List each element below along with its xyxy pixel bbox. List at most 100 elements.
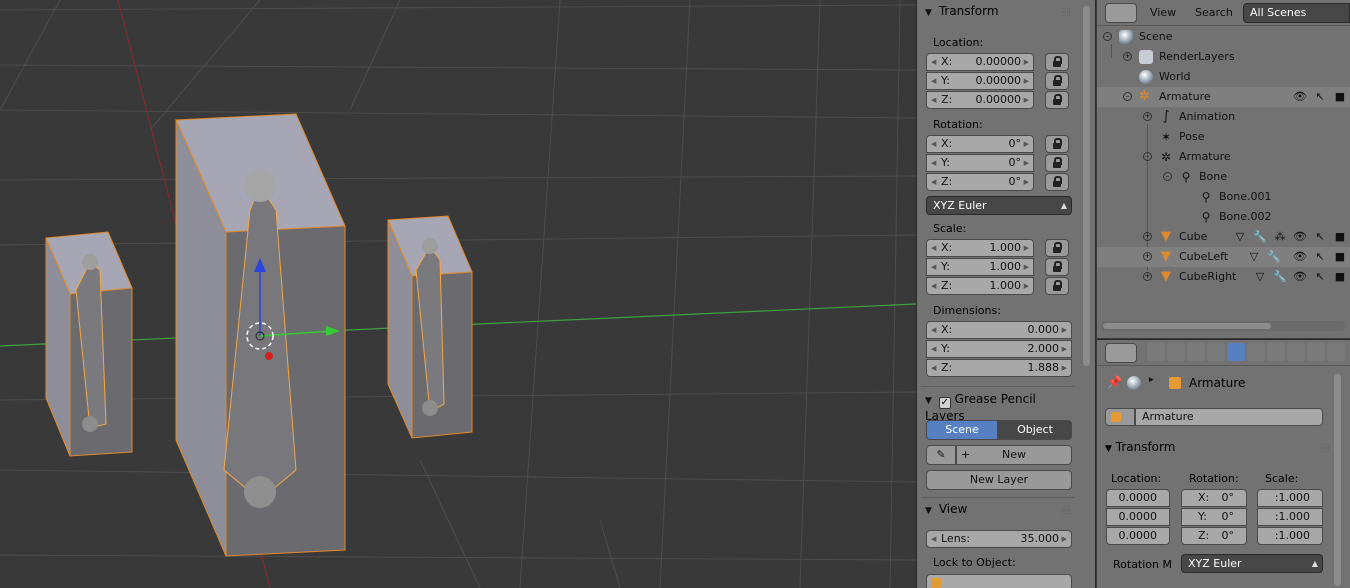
grease-pencil-panel-header[interactable]: ▼ ✓ Grease Pencil Layers	[925, 392, 1073, 423]
outliner-row-world[interactable]: World	[1097, 67, 1350, 87]
lock-rotation-x-icon[interactable]	[1045, 135, 1069, 153]
modifier-wrench-icon[interactable]: 🔧	[1253, 230, 1267, 244]
modifier-wrench-icon[interactable]: 🔧	[1267, 250, 1281, 264]
modifiers-tab-icon[interactable]	[1267, 343, 1285, 361]
lock-scale-z-icon[interactable]	[1045, 277, 1069, 295]
rotation-mode-dropdown[interactable]: XYZ Euler ▲	[926, 196, 1072, 215]
properties-scrollbar[interactable]	[1334, 374, 1341, 586]
grease-scene-button[interactable]: Scene	[926, 420, 998, 440]
select-cursor-icon[interactable]: ↖	[1313, 90, 1327, 104]
location-z-field[interactable]: ◀ Z: 0.00000 ▶	[926, 91, 1034, 109]
drag-handle-icon[interactable]: ::::::::	[1062, 505, 1071, 516]
scene-tab-icon[interactable]	[1187, 343, 1205, 361]
props-scale-x[interactable]: :1.000	[1257, 489, 1323, 507]
rotation-y-field[interactable]: ◀ Y: 0° ▶	[926, 154, 1034, 172]
outliner-row-bone-001[interactable]: ⚲ Bone.001	[1097, 187, 1350, 207]
outliner-row-cuberight[interactable]: + ▼ CubeRight ▽ 🔧 👁 ↖ ■	[1097, 267, 1350, 287]
view-panel-header[interactable]: ▼ View ::::::::	[925, 502, 1073, 522]
grease-new-button[interactable]: + New	[956, 445, 1072, 465]
vertex-group-icon[interactable]: ⁂	[1273, 230, 1287, 244]
props-location-x[interactable]: 0.0000	[1106, 489, 1170, 507]
cube-center[interactable]	[175, 113, 346, 557]
outliner-view-menu[interactable]: View	[1150, 3, 1176, 23]
lock-scale-x-icon[interactable]	[1045, 239, 1069, 257]
3d-viewport[interactable]	[0, 0, 916, 588]
outliner-row-scene[interactable]: – Scene	[1097, 27, 1350, 47]
drag-handle-icon[interactable]: ::::::::	[1320, 443, 1329, 454]
rotation-x-field[interactable]: ◀ X: 0° ▶	[926, 135, 1034, 153]
props-transform-header[interactable]: ▼ Transform	[1105, 440, 1175, 454]
collapse-toggle-icon[interactable]: –	[1103, 32, 1112, 41]
grease-object-button[interactable]: Object	[998, 420, 1072, 440]
dimensions-y-field[interactable]: ◀ Y: 2.000 ▶	[926, 340, 1072, 358]
outliner-row-bone-002[interactable]: ⚲ Bone.002	[1097, 207, 1350, 227]
outliner-row-animation[interactable]: + ∫ Animation	[1097, 107, 1350, 127]
object-name-field[interactable]: Armature	[1135, 408, 1323, 426]
cube-left[interactable]	[45, 231, 133, 457]
texture-tab-icon[interactable]	[1327, 343, 1345, 361]
drag-handle-icon[interactable]: ::::::::	[1062, 7, 1071, 18]
lock-location-x-icon[interactable]	[1045, 53, 1069, 71]
visibility-eye-icon[interactable]: 👁	[1293, 230, 1307, 244]
display-mode-dropdown[interactable]: All Scenes	[1243, 3, 1350, 23]
expand-toggle-icon[interactable]: +	[1143, 272, 1152, 281]
outliner-row-bone[interactable]: – ⚲ Bone	[1097, 167, 1350, 187]
location-x-field[interactable]: ◀ X: 0.00000 ▶	[926, 53, 1034, 71]
mesh-data-icon[interactable]: ▽	[1233, 230, 1247, 244]
visibility-eye-icon[interactable]: 👁	[1293, 250, 1307, 264]
lock-rotation-y-icon[interactable]	[1045, 154, 1069, 172]
object-tab-icon[interactable]	[1227, 343, 1245, 361]
new-layer-button[interactable]: New Layer	[926, 470, 1072, 490]
select-cursor-icon[interactable]: ↖	[1313, 270, 1327, 284]
location-y-field[interactable]: ◀ Y: 0.00000 ▶	[926, 72, 1034, 90]
outliner-row-armature[interactable]: – ✲ Armature 👁 ↖ ■	[1097, 87, 1350, 107]
outliner-row-renderlayers[interactable]: + RenderLayers	[1097, 47, 1350, 67]
dimensions-x-field[interactable]: ◀ X: 0.000 ▶	[926, 321, 1072, 339]
grease-pencil-checkbox[interactable]: ✓	[938, 397, 951, 409]
expand-toggle-icon[interactable]: +	[1143, 112, 1152, 121]
props-rotation-mode-dropdown[interactable]: XYZ Euler ▲	[1181, 554, 1323, 573]
props-rotation-z[interactable]: Z: 0°	[1181, 527, 1247, 545]
lock-location-y-icon[interactable]	[1045, 72, 1069, 90]
collapse-toggle-icon[interactable]: –	[1143, 152, 1152, 161]
props-rotation-y[interactable]: Y: 0°	[1181, 508, 1247, 526]
select-cursor-icon[interactable]: ↖	[1313, 230, 1327, 244]
outliner-search-menu[interactable]: Search	[1195, 3, 1233, 23]
visibility-eye-icon[interactable]: 👁	[1293, 270, 1307, 284]
props-location-z[interactable]: 0.0000	[1106, 527, 1170, 545]
mesh-data-icon[interactable]: ▽	[1247, 250, 1261, 264]
rotation-z-field[interactable]: ◀ Z: 0° ▶	[926, 173, 1034, 191]
scale-y-field[interactable]: ◀ Y: 1.000 ▶	[926, 258, 1034, 276]
data-tab-icon[interactable]	[1287, 343, 1305, 361]
scale-x-field[interactable]: ◀ X: 1.000 ▶	[926, 239, 1034, 257]
render-camera-icon[interactable]: ■	[1333, 250, 1347, 264]
scale-z-field[interactable]: ◀ Z: 1.000 ▶	[926, 277, 1034, 295]
npanel-scrollbar[interactable]	[1080, 0, 1096, 588]
props-scale-z[interactable]: :1.000	[1257, 527, 1323, 545]
mesh-data-icon[interactable]: ▽	[1253, 270, 1267, 284]
outliner-row-cube[interactable]: + ▼ Cube ▽ 🔧 ⁂ 👁 ↖ ■	[1097, 227, 1350, 247]
object-browse-icon[interactable]	[1105, 408, 1135, 426]
outliner-row-cubeleft[interactable]: + ▼ CubeLeft ▽ 🔧 👁 ↖ ■	[1097, 247, 1350, 267]
lock-location-z-icon[interactable]	[1045, 91, 1069, 109]
outliner-hscrollbar[interactable]	[1101, 321, 1346, 331]
dimensions-z-field[interactable]: ◀ Z: 1.888 ▶	[926, 359, 1072, 377]
render-camera-icon[interactable]: ■	[1333, 230, 1347, 244]
npanel-scroll-thumb[interactable]	[1083, 6, 1090, 366]
modifier-wrench-icon[interactable]: 🔧	[1273, 270, 1287, 284]
expand-toggle-icon[interactable]: +	[1143, 252, 1152, 261]
render-layers-tab-icon[interactable]	[1167, 343, 1185, 361]
constraints-tab-icon[interactable]	[1247, 343, 1265, 361]
collapse-toggle-icon[interactable]: –	[1123, 92, 1132, 101]
viewport-scene[interactable]	[0, 0, 916, 588]
expand-toggle-icon[interactable]: +	[1143, 232, 1152, 241]
lens-field[interactable]: ◀ Lens: 35.000 ▶	[926, 530, 1072, 548]
pencil-browse-icon[interactable]: ✎	[926, 445, 956, 465]
select-cursor-icon[interactable]: ↖	[1313, 250, 1327, 264]
props-rotation-x[interactable]: X: 0°	[1181, 489, 1247, 507]
world-tab-icon[interactable]	[1207, 343, 1225, 361]
props-scale-y[interactable]: :1.000	[1257, 508, 1323, 526]
collapse-toggle-icon[interactable]: –	[1163, 172, 1172, 181]
render-camera-icon[interactable]: ■	[1333, 270, 1347, 284]
render-tab-icon[interactable]	[1147, 343, 1165, 361]
